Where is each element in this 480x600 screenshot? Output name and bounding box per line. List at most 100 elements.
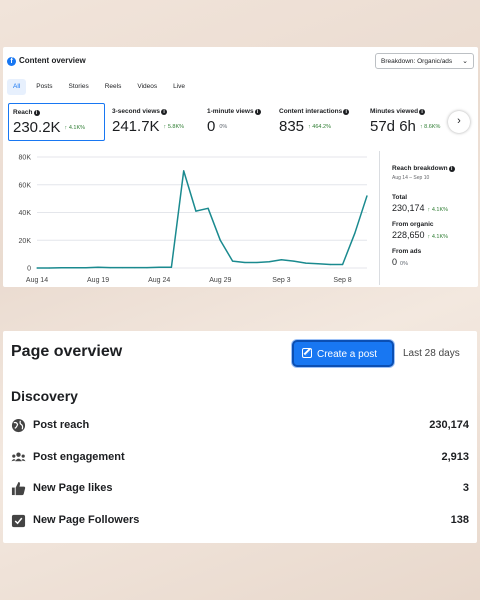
- reach-breakdown-title: Reach breakdown i: [392, 165, 476, 172]
- reach-total-value: 230,174: [392, 203, 425, 213]
- reach-organic-change: ↑ 4.1K%: [427, 234, 449, 240]
- reach-breakdown-date: Aug 14 – Sep 10: [392, 175, 430, 181]
- data-point: [85, 267, 87, 269]
- metric-card-content-interactions[interactable]: Content interactions i 835 ↑ 464.2%: [275, 103, 367, 141]
- reach-breakdown-total: Total 230,174 ↑ 4.1K%: [392, 194, 449, 213]
- data-point: [354, 232, 356, 234]
- data-point: [195, 210, 197, 212]
- metric-card-1-minute-views[interactable]: 1-minute views i 0 0%: [203, 103, 273, 141]
- info-icon: i: [343, 109, 350, 115]
- data-point: [293, 260, 295, 262]
- data-point: [170, 266, 173, 268]
- data-point: [329, 263, 331, 266]
- breakdown-dropdown[interactable]: Breakdown: Organic/ads ⌄: [375, 53, 474, 69]
- tab-stories[interactable]: Stories: [63, 79, 95, 95]
- discovery-label: New Page likes: [33, 482, 113, 494]
- discovery-heading: Discovery: [11, 388, 78, 404]
- metric-value: 230.2K: [13, 119, 61, 136]
- chevron-down-icon: ⌄: [462, 58, 468, 65]
- tab-posts[interactable]: Posts: [30, 79, 58, 95]
- data-point: [244, 261, 246, 264]
- metric-label: Content interactions: [279, 108, 343, 115]
- data-point: [158, 266, 160, 268]
- metric-change: ↑ 4.1K%: [64, 125, 86, 131]
- x-tick-label: Aug 24: [148, 277, 170, 284]
- metric-change: 0%: [219, 124, 228, 130]
- metric-value: 57d 6h: [370, 118, 416, 135]
- metric-card-reach[interactable]: Reach i 230.2K ↑ 4.1K%: [8, 103, 105, 141]
- metric-value: 0: [207, 118, 216, 135]
- discovery-row-new-page-likes: New Page likes 3: [11, 480, 469, 498]
- info-icon: i: [161, 109, 168, 115]
- discovery-value: 2,913: [441, 451, 469, 463]
- metric-card-minutes-viewed[interactable]: Minutes viewed i 57d 6h ↑ 8.6K%: [366, 103, 456, 141]
- follow-check-icon: [11, 514, 26, 528]
- data-point: [256, 261, 258, 264]
- discovery-row-new-page-followers: New Page Followers 138: [11, 512, 469, 530]
- metric-label: Minutes viewed: [370, 108, 419, 115]
- facebook-logo-icon: f: [7, 57, 16, 66]
- reach-breakdown-ads: From ads 0 0%: [392, 248, 422, 267]
- x-tick-label: Aug 19: [87, 277, 109, 284]
- data-point: [366, 195, 368, 197]
- create-post-button[interactable]: Create a post: [292, 340, 394, 367]
- reach-organic-value: 228,650: [392, 230, 425, 240]
- globe-icon: [11, 418, 26, 433]
- info-icon: i: [448, 166, 455, 172]
- data-point: [60, 267, 63, 269]
- y-tick-label: 80K: [19, 155, 32, 162]
- reach-ads-value: 0: [392, 257, 398, 267]
- y-tick-label: 20K: [19, 238, 32, 245]
- x-tick-label: Aug 14: [26, 277, 48, 284]
- tab-all[interactable]: All: [7, 79, 27, 95]
- y-tick-label: 40K: [19, 210, 32, 217]
- discovery-row-post-engagement: Post engagement 2,913: [11, 449, 469, 467]
- data-point: [280, 259, 283, 261]
- y-tick-label: 60K: [19, 182, 32, 189]
- reach-series-line: [37, 170, 368, 269]
- content-overview-panel: f Content overview Breakdown: Organic/ad…: [3, 47, 478, 287]
- next-metrics-button[interactable]: ›: [448, 111, 470, 133]
- x-tick-label: Aug 29: [209, 277, 231, 284]
- tab-reels[interactable]: Reels: [99, 79, 128, 95]
- period-label: Last 28 days: [403, 348, 460, 359]
- content-type-tabs: All Posts Stories Reels Videos Live: [7, 79, 191, 95]
- chevron-right-icon: ›: [457, 115, 461, 127]
- metrics-row: Reach i 230.2K ↑ 4.1K% 3-second views i 241…: [3, 103, 478, 141]
- discovery-value: 230,174: [429, 419, 469, 431]
- data-point: [36, 267, 38, 269]
- reach-breakdown-panel: Reach breakdown i Aug 14 – Sep 10 Total 2…: [392, 165, 476, 267]
- discovery-row-post-reach: Post reach 230,174: [11, 417, 469, 435]
- discovery-label: Post reach: [33, 419, 90, 431]
- data-point: [73, 267, 75, 269]
- data-point: [146, 266, 148, 269]
- metric-card-3-second-views[interactable]: 3-second views i 241.7K ↑ 5.8K%: [108, 103, 200, 141]
- edit-icon: [302, 348, 312, 358]
- reach-ads-change: 0%: [400, 261, 408, 267]
- info-icon: i: [419, 109, 426, 115]
- reach-line-chart: 0 20K 40K 60K 80K Aug 14 Aug 19 Aug 24 Aug 29 Sep…: [19, 155, 368, 284]
- tab-live[interactable]: Live: [167, 79, 191, 95]
- people-icon: [11, 452, 26, 462]
- tab-videos[interactable]: Videos: [131, 79, 163, 95]
- data-point: [305, 262, 307, 264]
- metric-change: ↑ 5.8K%: [163, 124, 185, 130]
- page-overview-panel: Page overview Create a post Last 28 days…: [3, 331, 477, 543]
- metric-value: 241.7K: [112, 118, 160, 135]
- data-point: [109, 266, 111, 269]
- breakdown-label: Breakdown: Organic/ads: [381, 58, 453, 65]
- reach-total-change: ↑ 4.1K%: [427, 207, 449, 213]
- data-point: [317, 263, 319, 265]
- vertical-divider: [379, 151, 380, 285]
- y-tick-label: 0: [27, 266, 31, 273]
- data-point: [219, 239, 221, 241]
- discovery-label: New Page Followers: [33, 514, 140, 526]
- create-post-label: Create a post: [317, 349, 378, 360]
- metric-change: ↑ 464.2%: [308, 124, 331, 130]
- metric-value: 835: [279, 118, 305, 135]
- metric-change: ↑ 8.6K%: [419, 124, 441, 130]
- data-point: [121, 266, 124, 269]
- discovery-value: 138: [450, 514, 469, 526]
- metric-label: 3-second views: [112, 108, 161, 115]
- data-point: [231, 260, 234, 262]
